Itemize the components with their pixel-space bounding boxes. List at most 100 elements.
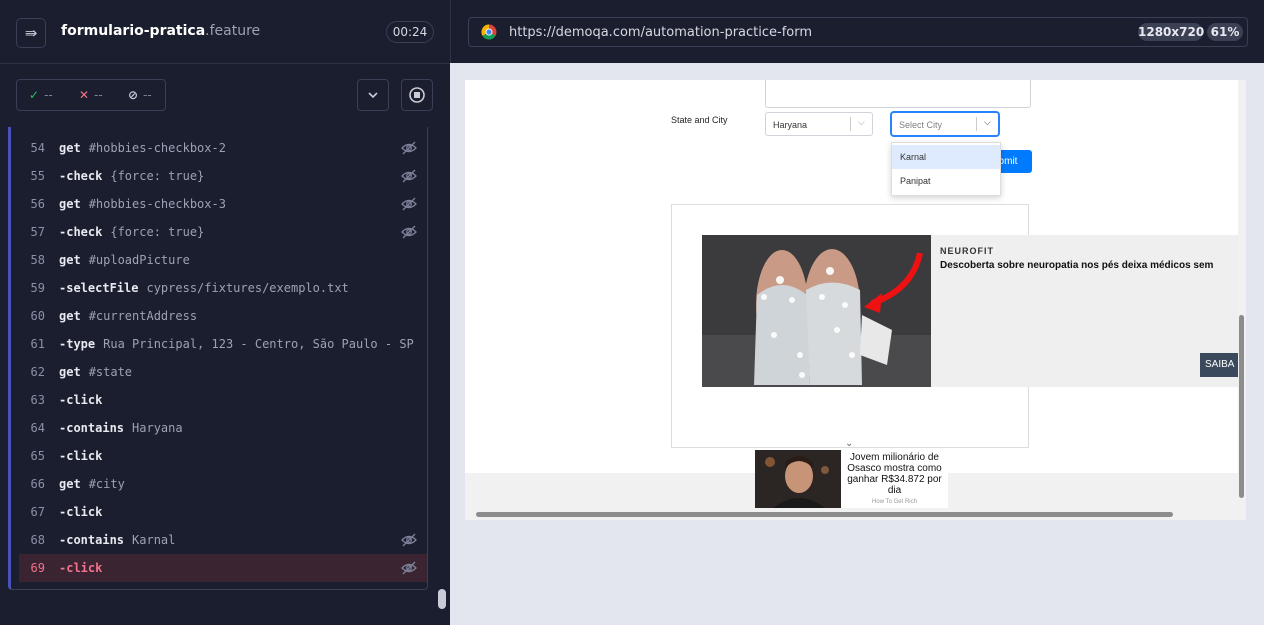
command-method: get <box>59 477 81 491</box>
x-icon: ✕ <box>79 88 90 102</box>
command-method: -check <box>59 169 103 183</box>
chevron-down-icon[interactable]: ⌄ <box>845 438 853 449</box>
command-method: -click <box>59 561 103 575</box>
city-select[interactable]: Select City ⌵ <box>891 112 999 136</box>
command-method: -selectFile <box>59 281 139 295</box>
sponsored-text: Jovem milionário de Osasco mostra como g… <box>847 452 942 496</box>
command-row[interactable]: 59 -selectFile cypress/fixtures/exemplo.tx… <box>19 274 427 302</box>
sponsored-photo <box>755 450 841 508</box>
ad-image[interactable] <box>702 235 931 387</box>
ad-brand: NEUROFIT <box>940 246 994 256</box>
command-row[interactable]: 64 -contains Haryana <box>19 414 427 442</box>
command-line-number: 59 <box>30 281 45 295</box>
command-argument: #hobbies-checkbox-2 <box>88 141 226 155</box>
pending-icon: ⊘ <box>128 88 139 102</box>
command-argument: {force: true} <box>110 169 205 183</box>
command-name: get #currentAddress <box>59 309 197 323</box>
command-name: get #hobbies-checkbox-3 <box>59 197 226 211</box>
command-row[interactable]: 54 get #hobbies-checkbox-2 <box>19 134 427 162</box>
command-argument: Karnal <box>132 533 176 547</box>
passed-count: -- <box>44 88 53 102</box>
command-line-number: 66 <box>30 477 45 491</box>
current-address-textarea[interactable] <box>765 80 1031 108</box>
command-method: -type <box>59 337 96 351</box>
command-name: -check {force: true} <box>59 225 204 239</box>
spec-file-basename: formulario-pratica <box>61 23 206 39</box>
command-row[interactable]: 62 get #state <box>19 358 427 386</box>
spec-list-toggle-button[interactable]: ⇛ <box>16 18 46 48</box>
command-row[interactable]: 69 -click <box>19 554 427 582</box>
command-argument: #city <box>88 477 125 491</box>
ad-text-panel[interactable]: NEUROFIT Descoberta sobre neuropatia nos… <box>931 235 1246 387</box>
aut-horizontal-scrollbar[interactable] <box>465 509 1246 520</box>
failed-stat: ✕ -- <box>79 88 103 102</box>
command-name: -click <box>59 505 110 519</box>
aut-iframe: State and City Haryana ⌵ Select City ⌵ u… <box>465 80 1246 520</box>
command-line-number: 63 <box>30 393 45 407</box>
command-row[interactable]: 58 get #uploadPicture <box>19 246 427 274</box>
expand-button[interactable] <box>357 79 389 111</box>
check-icon: ✓ <box>29 88 40 102</box>
command-argument: {force: true} <box>110 225 205 239</box>
command-method: get <box>59 253 81 267</box>
command-row[interactable]: 60 get #currentAddress <box>19 302 427 330</box>
command-argument: #uploadPicture <box>88 253 190 267</box>
pending-count: -- <box>143 88 152 102</box>
scrollbar-thumb[interactable] <box>438 589 446 609</box>
city-option-karnal[interactable]: Karnal <box>892 145 1000 169</box>
command-row[interactable]: 67 -click <box>19 498 427 526</box>
command-row[interactable]: 55 -check {force: true} <box>19 162 427 190</box>
command-argument: Rua Principal, 123 - Centro, São Paulo -… <box>103 337 414 351</box>
command-name: -click <box>59 449 110 463</box>
command-log-scrollbar[interactable] <box>437 127 447 625</box>
chevron-down-icon <box>368 92 378 99</box>
command-argument: #currentAddress <box>88 309 198 323</box>
browser-bar: https://demoqa.com/automation-practice-f… <box>450 0 1264 63</box>
ad-headline[interactable]: Descoberta sobre neuropatia nos pés deix… <box>940 260 1213 271</box>
command-line-number: 69 <box>30 561 45 575</box>
command-log-panel: ⇛ formulario-pratica.feature 00:24 ✓ -- ✕… <box>0 0 450 625</box>
scrollbar-thumb[interactable] <box>476 512 1173 517</box>
pending-stat: ⊘ -- <box>128 88 152 102</box>
command-line-number: 60 <box>30 309 45 323</box>
url-field[interactable]: https://demoqa.com/automation-practice-f… <box>468 17 1248 47</box>
command-name: -click <box>59 393 110 407</box>
command-list: 54 get #hobbies-checkbox-2 55 -check {force: … <box>8 127 428 590</box>
eye-slash-icon <box>401 169 417 183</box>
command-name: -type Rua Principal, 123 - Centro, São Pa… <box>59 337 414 351</box>
select-separator <box>976 117 977 131</box>
command-argument: Haryana <box>132 421 183 435</box>
zoom-badge: 61% <box>1207 23 1243 41</box>
command-method: -contains <box>59 421 125 435</box>
command-name: -contains Haryana <box>59 421 183 435</box>
command-row[interactable]: 65 -click <box>19 442 427 470</box>
command-row[interactable]: 56 get #hobbies-checkbox-3 <box>19 190 427 218</box>
command-line-number: 61 <box>30 337 45 351</box>
command-name: get #state <box>59 365 132 379</box>
command-name: -contains Karnal <box>59 533 175 547</box>
command-line-number: 54 <box>30 141 45 155</box>
command-line-number: 58 <box>30 253 45 267</box>
command-line-number: 67 <box>30 505 45 519</box>
stop-button[interactable] <box>401 79 433 111</box>
spec-file-name: formulario-pratica.feature <box>61 23 260 39</box>
command-argument: #hobbies-checkbox-3 <box>88 197 226 211</box>
failed-count: -- <box>94 88 103 102</box>
command-row[interactable]: 57 -check {force: true} <box>19 218 427 246</box>
command-row[interactable]: 61 -type Rua Principal, 123 - Centro, São … <box>19 330 427 358</box>
eye-slash-icon <box>401 533 417 547</box>
state-select[interactable]: Haryana ⌵ <box>765 112 873 136</box>
aut-vertical-scrollbar[interactable] <box>1238 80 1246 509</box>
command-row[interactable]: 63 -click <box>19 386 427 414</box>
command-row[interactable]: 68 -contains Karnal <box>19 526 427 554</box>
command-line-number: 55 <box>30 169 45 183</box>
sponsored-card[interactable]: Jovem milionário de Osasco mostra como g… <box>755 450 948 508</box>
command-method: get <box>59 365 81 379</box>
command-row[interactable]: 66 get #city <box>19 470 427 498</box>
command-line-number: 57 <box>30 225 45 239</box>
scrollbar-thumb[interactable] <box>1239 315 1244 498</box>
state-city-label: State and City <box>671 115 728 125</box>
command-line-number: 56 <box>30 197 45 211</box>
person-photo <box>755 450 841 508</box>
city-option-panipat[interactable]: Panipat <box>892 169 1000 193</box>
